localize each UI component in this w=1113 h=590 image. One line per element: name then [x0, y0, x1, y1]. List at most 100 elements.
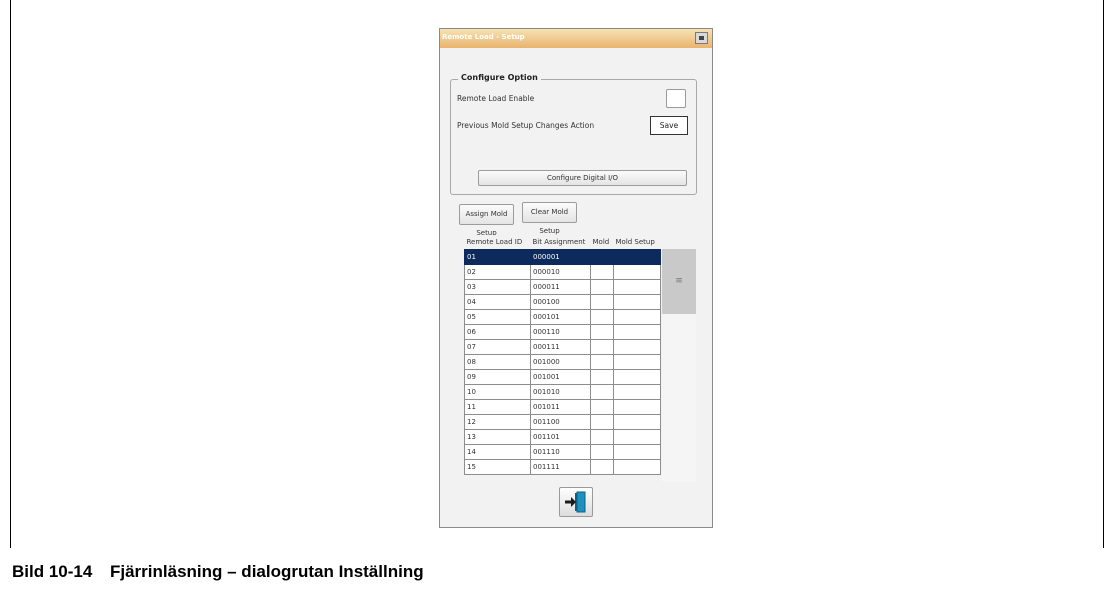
table-cell	[590, 369, 614, 385]
table-cell	[613, 324, 661, 340]
table-cell: 13	[464, 429, 531, 445]
table-scrollbar[interactable]: ≡	[662, 249, 696, 482]
table-cell: 12	[464, 414, 531, 430]
table-cell: 000100	[530, 294, 591, 310]
assign-mold-setup-button[interactable]: Assign Mold Setup	[459, 204, 514, 237]
previous-changes-select[interactable]: Save	[650, 116, 688, 135]
table-row[interactable]: 05 000101	[464, 309, 661, 325]
table-cell	[590, 399, 614, 415]
table-cell	[590, 309, 614, 325]
figure-number: Bild 10-14	[12, 562, 93, 581]
table-row[interactable]: 02 000010	[464, 264, 661, 280]
clear-mold-setup-button[interactable]: Clear Mold Setup	[522, 202, 577, 235]
table-cell: 15	[464, 459, 531, 475]
table-cell	[590, 339, 614, 355]
configure-digital-io-button[interactable]: Configure Digital I/O	[478, 170, 687, 186]
remote-load-enable-label: Remote Load Enable	[457, 94, 535, 103]
table-cell: 02	[464, 264, 531, 280]
table-cell	[590, 324, 614, 340]
table-row[interactable]: 01 000001	[464, 249, 661, 265]
table-cell	[590, 429, 614, 445]
table-cell	[613, 429, 661, 445]
table-row[interactable]: 06 000110	[464, 324, 661, 340]
table-cell: 001101	[530, 429, 591, 445]
remote-load-table: Remote Load ID Bit Assignment Mold Mold …	[464, 235, 696, 482]
table-row[interactable]: 14 001110	[464, 444, 661, 460]
table-cell: 05	[464, 309, 531, 325]
table-cell: 000101	[530, 309, 591, 325]
table-cell: 11	[464, 399, 531, 415]
table-cell: 001111	[530, 459, 591, 475]
minimize-icon[interactable]	[695, 32, 708, 44]
column-header[interactable]: Bit Assignment	[530, 235, 591, 250]
table-cell	[590, 354, 614, 370]
table-cell: 001000	[530, 354, 591, 370]
figure-frame: Remote Load - Setup Configure Option Rem…	[10, 0, 1104, 548]
table-cell	[590, 279, 614, 295]
table-cell: 10	[464, 384, 531, 400]
table-cell	[590, 264, 614, 280]
table-cell	[613, 459, 661, 475]
table-cell	[590, 294, 614, 310]
table-row[interactable]: 03 000011	[464, 279, 661, 295]
table-cell: 14	[464, 444, 531, 460]
table-cell: 07	[464, 339, 531, 355]
table-row[interactable]: 04 000100	[464, 294, 661, 310]
table-cell	[613, 444, 661, 460]
table-row[interactable]: 12 001100	[464, 414, 661, 430]
table-cell	[613, 399, 661, 415]
table-row[interactable]: 07 000111	[464, 339, 661, 355]
scrollbar-thumb[interactable]: ≡	[662, 249, 696, 314]
table-cell: 001110	[530, 444, 591, 460]
table-cell: 000111	[530, 339, 591, 355]
exit-button[interactable]	[559, 487, 593, 517]
figure-caption-text: Fjärrinläsning – dialogrutan Inställning	[110, 562, 424, 581]
table-row[interactable]: 13 001101	[464, 429, 661, 445]
table-cell: 03	[464, 279, 531, 295]
column-header[interactable]: Mold	[590, 235, 614, 250]
remote-load-enable-checkbox[interactable]	[666, 89, 686, 108]
table-cell	[613, 264, 661, 280]
table-row[interactable]: 15 001111	[464, 459, 661, 475]
dialog-title-bar: Remote Load - Setup	[440, 29, 712, 48]
table-cell: 000001	[530, 249, 591, 265]
group-title: Configure Option	[458, 73, 541, 82]
table-cell	[613, 369, 661, 385]
table-row[interactable]: 10 001010	[464, 384, 661, 400]
table-row[interactable]: 08 001000	[464, 354, 661, 370]
table-cell: 08	[464, 354, 531, 370]
table-row[interactable]: 11 001011	[464, 399, 661, 415]
table-cell	[590, 444, 614, 460]
exit-door-icon	[565, 491, 586, 513]
table-cell	[590, 384, 614, 400]
table-cell	[590, 459, 614, 475]
column-header[interactable]: Mold Setup	[613, 235, 661, 250]
figure-caption: Bild 10-14 Fjärrinläsning – dialogrutan I…	[12, 562, 424, 582]
table-cell: 09	[464, 369, 531, 385]
table-cell: 001001	[530, 369, 591, 385]
previous-changes-label: Previous Mold Setup Changes Action	[457, 121, 595, 130]
table-cell: 000010	[530, 264, 591, 280]
table-cell: 000110	[530, 324, 591, 340]
dialog-title: Remote Load - Setup	[442, 33, 525, 41]
table-cell	[613, 339, 661, 355]
table-cell	[590, 249, 614, 265]
table-cell: 001100	[530, 414, 591, 430]
table-cell	[613, 279, 661, 295]
table-cell: 000011	[530, 279, 591, 295]
table-cell	[613, 249, 661, 265]
table-cell	[613, 354, 661, 370]
table-cell: 01	[464, 249, 531, 265]
table-header-row: Remote Load ID Bit Assignment Mold Mold …	[464, 235, 661, 250]
table-row[interactable]: 09 001001	[464, 369, 661, 385]
table-cell: 001010	[530, 384, 591, 400]
table-cell	[613, 384, 661, 400]
table-cell	[613, 294, 661, 310]
table-cell: 06	[464, 324, 531, 340]
table-cell	[613, 414, 661, 430]
table-cell	[590, 414, 614, 430]
table-cell: 001011	[530, 399, 591, 415]
column-header[interactable]: Remote Load ID	[464, 235, 531, 250]
table-cell: 04	[464, 294, 531, 310]
remote-load-setup-dialog: Remote Load - Setup Configure Option Rem…	[439, 28, 713, 528]
